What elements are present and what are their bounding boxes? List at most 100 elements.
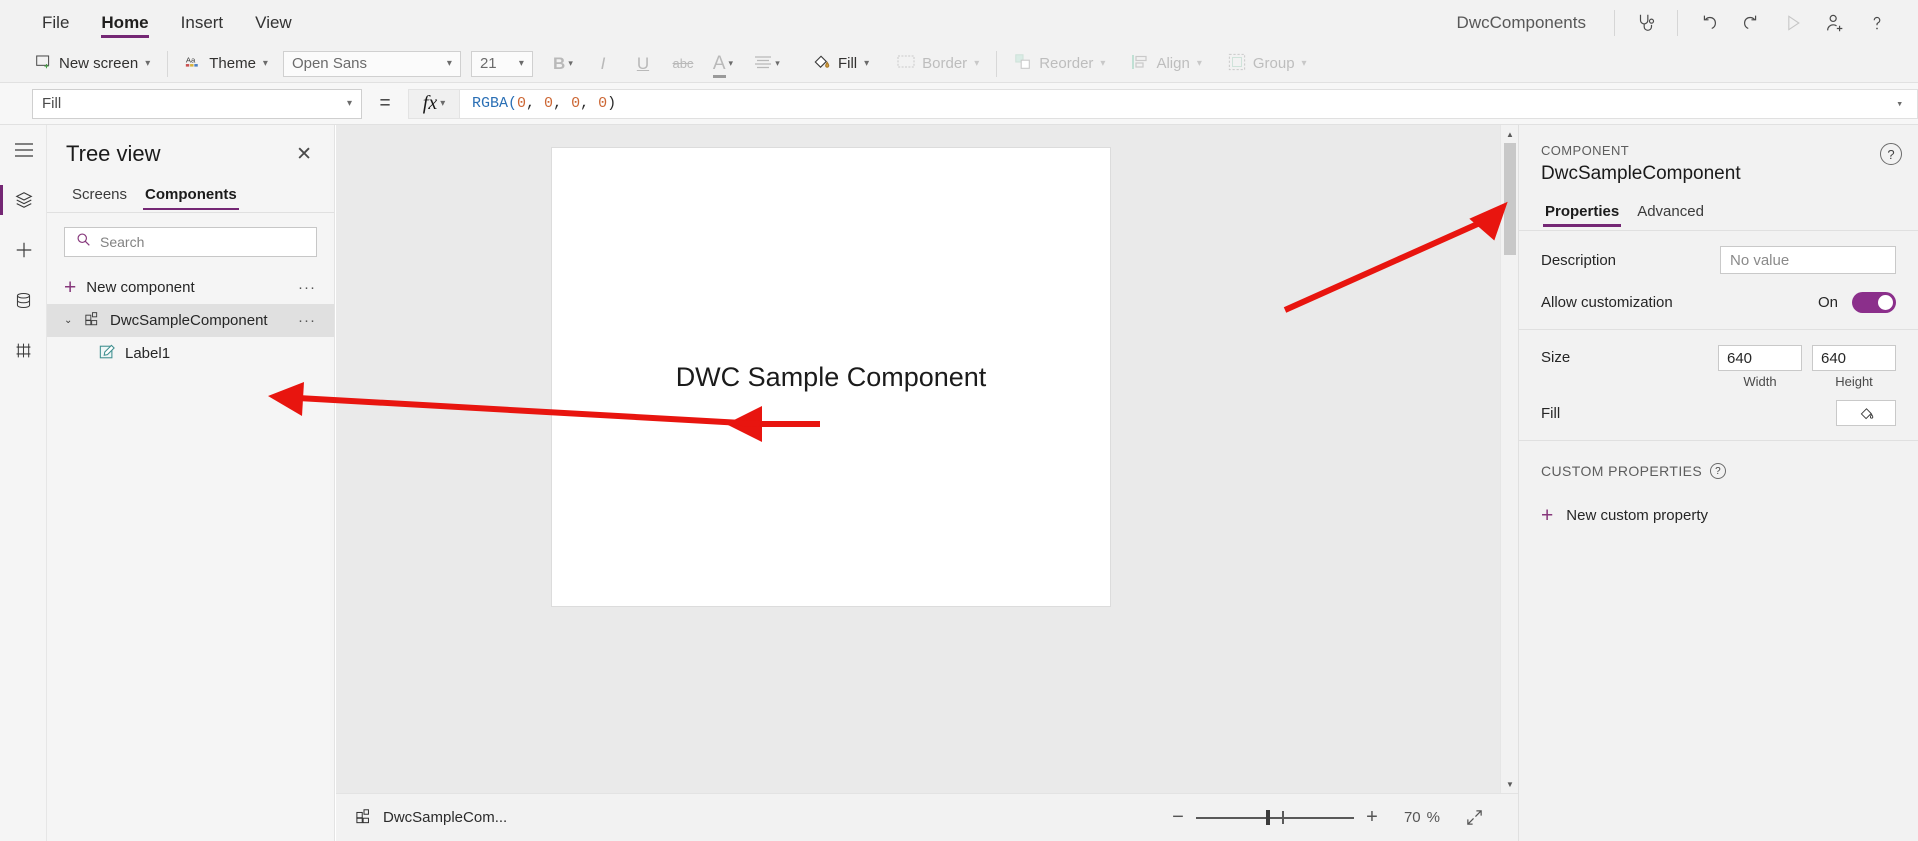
component-icon xyxy=(356,808,372,828)
chevron-down-icon: ▾ xyxy=(1100,58,1106,69)
strikethrough-button[interactable]: abc xyxy=(663,49,703,79)
width-input[interactable]: 640 xyxy=(1718,345,1802,371)
property-select[interactable]: Fill ▾ xyxy=(32,88,362,119)
divider xyxy=(167,50,169,77)
rail-media-button[interactable] xyxy=(0,325,47,375)
scroll-up-icon[interactable]: ▲ xyxy=(1501,125,1519,143)
allow-customization-control[interactable]: On xyxy=(1818,291,1896,313)
status-bar-left[interactable]: DwcSampleCom... xyxy=(336,808,507,828)
tab-advanced[interactable]: Advanced xyxy=(1633,199,1708,230)
fit-to-screen-icon[interactable] xyxy=(1456,803,1492,833)
underline-button[interactable]: U xyxy=(623,49,663,79)
formula-token: , xyxy=(553,95,572,112)
reorder-button[interactable]: Reorder ▾ xyxy=(1005,49,1114,79)
width-caption: Width xyxy=(1743,374,1777,389)
rail-menu-button[interactable] xyxy=(0,125,47,175)
reorder-icon xyxy=(1014,53,1032,75)
font-family-select[interactable]: Open Sans ▾ xyxy=(282,50,461,77)
undo-icon[interactable] xyxy=(1688,4,1730,42)
canvas-vertical-scrollbar[interactable]: ▲ ▼ xyxy=(1500,125,1518,793)
tab-properties[interactable]: Properties xyxy=(1541,199,1623,230)
formula-text: RGBA(0, 0, 0, 0) xyxy=(472,95,616,112)
tree-item-label: DwcSampleComponent xyxy=(110,312,268,329)
italic-button[interactable]: I xyxy=(583,49,623,79)
size-fields: 640 Width 640 Height xyxy=(1718,345,1896,389)
tab-screens[interactable]: Screens xyxy=(66,182,133,212)
rail-insert-button[interactable] xyxy=(0,225,47,275)
description-field[interactable]: No value xyxy=(1720,246,1896,274)
bold-button[interactable]: B ▾ xyxy=(543,49,583,79)
menu-item-view[interactable]: View xyxy=(239,0,308,45)
component-canvas[interactable]: DWC Sample Component xyxy=(551,147,1111,607)
chevron-down-icon: ▾ xyxy=(1196,58,1202,69)
canvas-area[interactable]: DWC Sample Component xyxy=(336,125,1518,793)
border-button[interactable]: Border ▾ xyxy=(888,49,988,79)
font-size-value: 21 xyxy=(479,55,497,72)
width-field-group: 640 Width xyxy=(1718,345,1802,389)
rail-tree-view-button[interactable] xyxy=(0,175,47,225)
svg-text:Aa: Aa xyxy=(186,55,196,64)
formula-token: , xyxy=(526,95,545,112)
text-align-button[interactable]: ▾ xyxy=(743,49,791,79)
new-custom-property-button[interactable]: + New custom property xyxy=(1519,479,1918,526)
fx-button[interactable]: fx ▾ xyxy=(408,88,460,119)
tree-item-dwcsamplecomponent[interactable]: ⌄ DwcSampleComponent ··· xyxy=(47,304,334,337)
formula-bar: Fill ▾ = fx ▾ RGBA(0, 0, 0, 0) ▾ xyxy=(0,83,1918,125)
size-label: Size xyxy=(1541,349,1571,366)
new-component-button[interactable]: + New component ··· xyxy=(47,271,334,304)
chevron-down-icon: ▾ xyxy=(1301,58,1307,69)
tree-item-label1[interactable]: Label1 xyxy=(47,337,334,370)
chevron-down-icon: ▾ xyxy=(346,98,352,109)
preview-play-icon[interactable] xyxy=(1772,4,1814,42)
formula-expand-chevron-icon[interactable]: ▾ xyxy=(1882,97,1917,111)
scrollbar-thumb[interactable] xyxy=(1504,143,1516,255)
font-color-button[interactable]: A ▾ xyxy=(703,49,743,79)
chevron-down-icon: ▾ xyxy=(518,58,524,69)
zoom-slider[interactable] xyxy=(1195,803,1354,833)
formula-token: 0 xyxy=(598,95,608,112)
group-button[interactable]: Group ▾ xyxy=(1219,49,1316,79)
allow-customization-toggle[interactable] xyxy=(1852,291,1896,313)
help-icon[interactable]: ? xyxy=(1710,463,1727,479)
help-icon[interactable] xyxy=(1856,4,1898,42)
chevron-down-icon: ▾ xyxy=(145,58,151,69)
menu-item-insert[interactable]: Insert xyxy=(165,0,240,45)
rail-data-button[interactable] xyxy=(0,275,47,325)
align-button[interactable]: Align ▾ xyxy=(1122,49,1210,79)
search-input[interactable]: Search xyxy=(64,227,317,257)
group-icon xyxy=(1228,53,1246,75)
zoom-out-button[interactable]: − xyxy=(1160,803,1196,833)
scroll-down-icon[interactable]: ▼ xyxy=(1501,775,1519,793)
tree-item-more-icon[interactable]: ··· xyxy=(298,312,316,329)
tree-view-tabs: Screens Components xyxy=(47,168,334,212)
tab-components[interactable]: Components xyxy=(139,182,243,212)
chevron-down-icon: ▾ xyxy=(775,58,780,68)
zoom-slider-thumb[interactable] xyxy=(1265,810,1270,825)
ribbon-toolbar: New screen ▾ Aa Theme ▾ Open Sans ▾ 21 ▾… xyxy=(0,45,1918,83)
height-input[interactable]: 640 xyxy=(1812,345,1896,371)
help-icon[interactable]: ? xyxy=(1880,143,1902,165)
theme-button[interactable]: Aa Theme ▾ xyxy=(176,49,277,79)
new-component-more-icon[interactable]: ··· xyxy=(298,279,316,296)
bold-label: B xyxy=(553,53,566,73)
font-size-select[interactable]: 21 ▾ xyxy=(470,50,533,77)
height-field-group: 640 Height xyxy=(1812,345,1896,389)
chevron-down-icon[interactable]: ⌄ xyxy=(64,315,75,326)
chevron-down-icon: ▾ xyxy=(440,98,446,109)
fill-color-button[interactable] xyxy=(1836,400,1896,426)
menu-item-home[interactable]: Home xyxy=(85,0,164,45)
formula-input[interactable]: RGBA(0, 0, 0, 0) ▾ xyxy=(460,88,1918,119)
fill-button[interactable]: Fill ▾ xyxy=(803,49,878,79)
plus-icon: + xyxy=(1541,504,1554,527)
close-icon[interactable]: ✕ xyxy=(292,141,316,168)
tree-view-title: Tree view xyxy=(66,141,161,166)
menu-item-file[interactable]: File xyxy=(26,0,85,45)
label-control-icon xyxy=(99,344,115,364)
redo-icon[interactable] xyxy=(1730,4,1772,42)
canvas-label-text[interactable]: DWC Sample Component xyxy=(676,362,987,393)
share-add-user-icon[interactable] xyxy=(1814,4,1856,42)
paint-bucket-icon xyxy=(812,52,831,75)
new-screen-button[interactable]: New screen ▾ xyxy=(26,49,159,79)
zoom-in-button[interactable]: + xyxy=(1354,803,1390,833)
app-checker-icon[interactable] xyxy=(1625,4,1667,42)
